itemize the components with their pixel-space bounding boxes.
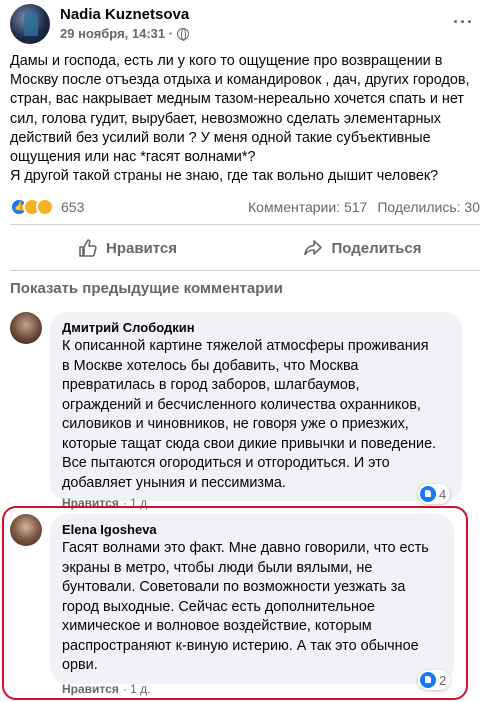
comment-time[interactable]: · 1 д.	[123, 682, 151, 696]
comment-text-line: превратилась в город заборов, шлагбаумов…	[62, 377, 360, 393]
comment-text-line: бунтовали. Советовали по возможности уез…	[62, 579, 406, 595]
post-date[interactable]: 29 ноября, 14:31 ·	[60, 26, 173, 41]
reactions-bar: 653 Комментарии: 517 Поделились: 30	[10, 196, 480, 218]
comment-text-line: химическое и волновое воздействие, котор…	[62, 618, 372, 634]
comment-author[interactable]: Elena Igosheva	[62, 522, 442, 537]
post-text-line: действий без усилий воли ? У меня одной …	[10, 129, 431, 146]
post-text-line: ощущения или нас *гасят волнами*?	[10, 149, 256, 166]
divider	[10, 224, 480, 225]
comments-count[interactable]: Комментарии: 517	[248, 199, 367, 215]
post-stats: Комментарии: 517 Поделились: 30	[248, 199, 480, 215]
comment-text-line: город выходные. Сейчас есть дополнительн…	[62, 598, 375, 615]
comment-text-line: Все пытаются огородиться и отгородиться.…	[62, 455, 390, 471]
comment-text-line: ограждений и бесчисленного количества ох…	[62, 396, 421, 413]
post-text-line: сил, голова гудит, вырубает, невозможно …	[10, 110, 441, 127]
post-text-line: Я другой такой страны не знаю, где так в…	[10, 168, 439, 185]
more-icon[interactable]: ···	[453, 12, 474, 33]
comment-text-line: К описанной картине тяжелой атмосферы пр…	[62, 338, 429, 354]
divider	[10, 270, 480, 271]
like-reaction-icon	[420, 672, 436, 688]
shares-count[interactable]: Поделились: 30	[377, 199, 480, 215]
globe-icon	[177, 27, 190, 41]
comment-text-line: которые тащат сюда свои дикие привычки и…	[62, 435, 437, 452]
comment-author[interactable]: Дмитрий Слободкин	[62, 320, 450, 335]
post-text: Дамы и господа, есть ли у кого то ощущен…	[10, 52, 480, 186]
comment-text-line: орви.	[62, 657, 98, 673]
like-reaction-icon	[420, 486, 436, 502]
comment-text-line: Гасят волнами это факт. Мне давно говори…	[62, 540, 429, 556]
comment-text-line: добавляет уныния и пессимизма.	[62, 474, 286, 491]
commenter-avatar[interactable]	[10, 312, 42, 344]
comment-reaction-count: 4	[439, 486, 447, 502]
like-label: Нравится	[105, 239, 178, 257]
comment-reaction-count: 2	[439, 672, 447, 688]
share-label: Поделиться	[331, 239, 422, 257]
comment-reaction[interactable]: 4	[418, 484, 451, 504]
comment-item: Дмитрий Слободкин К описанной картине тя…	[10, 312, 480, 510]
comment-text-line: экраны в метро, чтобы люди были вялыми, …	[62, 559, 373, 576]
like-icon	[79, 239, 97, 257]
comment-text-line: в Москве хотелось бы добавить, что Москв…	[62, 357, 359, 374]
like-button[interactable]: Нравится	[10, 228, 245, 268]
comment-like-button[interactable]: Нравится	[62, 682, 119, 696]
post-meta: 29 ноября, 14:31 ·	[60, 26, 190, 41]
comment-item: Elena Igosheva Гасят волнами это факт. М…	[10, 514, 480, 696]
post-text-line: стран, вас накрывает медным тазом-нереал…	[10, 91, 464, 108]
reaction-icons[interactable]	[10, 198, 54, 216]
comment-text: К описанной картине тяжелой атмосферы пр…	[62, 337, 450, 493]
post-text-line: Дамы и господа, есть ли у кого то ощущен…	[10, 53, 443, 69]
post-actions: Нравится Поделиться	[10, 228, 480, 268]
comment-text-line: распространяют к-виную истерию. А так эт…	[62, 637, 419, 654]
care-reaction-icon	[36, 198, 54, 216]
comment-bubble: Дмитрий Слободкин К описанной картине тя…	[50, 312, 462, 501]
post-header: Nadia Kuznetsova 29 ноября, 14:31 · ···	[10, 4, 480, 46]
comment-bubble: Elena Igosheva Гасят волнами это факт. М…	[50, 514, 454, 684]
share-button[interactable]: Поделиться	[245, 228, 480, 268]
comment-actions: Нравится · 1 д.	[62, 682, 151, 696]
share-icon	[304, 240, 323, 256]
author-avatar[interactable]	[10, 4, 50, 44]
comment-reaction[interactable]: 2	[418, 670, 451, 690]
author-name[interactable]: Nadia Kuznetsova	[60, 6, 189, 23]
show-previous-comments[interactable]: Показать предыдущие комментарии	[10, 280, 283, 297]
commenter-avatar[interactable]	[10, 514, 42, 546]
comment-text-line: силовиков и чиновников, не говоря уже о …	[62, 416, 409, 432]
comment-text: Гасят волнами это факт. Мне давно говори…	[62, 539, 442, 676]
post-text-line: Москву после отъезда отдыха и командиров…	[10, 72, 470, 89]
reactions-count[interactable]: 653	[61, 199, 84, 215]
